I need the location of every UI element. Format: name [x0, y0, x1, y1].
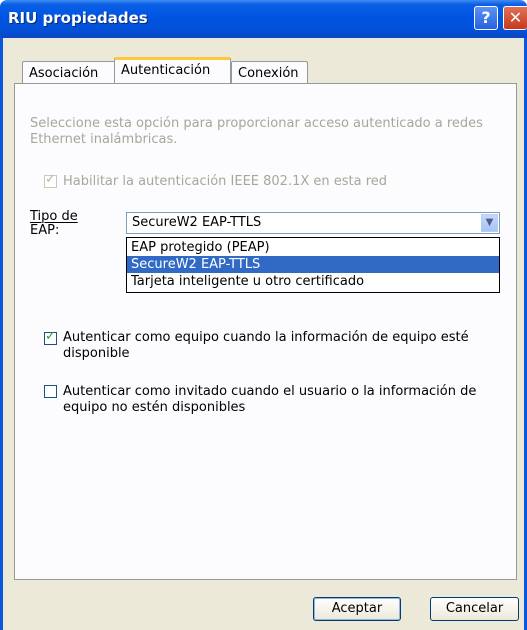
tab-label: Conexión — [238, 66, 299, 81]
computer-auth-checkbox[interactable]: ✓ — [44, 329, 57, 345]
close-button[interactable]: ✕ — [503, 6, 527, 30]
eap-type-label: Tipo de EAP: — [30, 210, 78, 238]
auth-description: Seleccione esta opción para proporcionar… — [30, 116, 483, 147]
chevron-down-icon[interactable]: ▼ — [481, 214, 498, 232]
eap-option-peap[interactable]: EAP protegido (PEAP) — [127, 239, 499, 256]
eap-type-select[interactable]: SecureW2 EAP-TTLS ▼ — [126, 212, 500, 234]
eap-type-dropdown: EAP protegido (PEAP) SecureW2 EAP-TTLS T… — [126, 237, 500, 293]
guest-auth-checkbox[interactable] — [44, 385, 57, 398]
eap-selected-value: SecureW2 EAP-TTLS — [132, 215, 262, 230]
tab-label: Autenticación — [121, 63, 211, 78]
eap-option-smartcard[interactable]: Tarjeta inteligente u otro certificado — [127, 273, 499, 290]
cancel-button[interactable]: Cancelar — [430, 597, 519, 621]
tab-asociacion[interactable]: Asociación — [22, 61, 116, 83]
enable-8021x-checkbox[interactable]: ✓ — [44, 172, 57, 188]
tab-label: Asociación — [29, 66, 99, 81]
check-icon: ✓ — [45, 172, 56, 187]
close-icon: ✕ — [508, 8, 523, 27]
window-frame-left — [0, 38, 3, 630]
check-icon: ✓ — [45, 329, 56, 344]
tab-autenticacion[interactable]: Autenticación — [114, 57, 231, 83]
tab-conexion[interactable]: Conexión — [231, 61, 308, 83]
computer-auth-label: Autenticar como equipo cuando la informa… — [63, 330, 469, 361]
ok-button[interactable]: Aceptar — [313, 597, 401, 621]
title-bar[interactable]: RIU propiedades ? ✕ — [0, 0, 527, 38]
help-button[interactable]: ? — [474, 6, 498, 30]
enable-8021x-label: Habilitar la autenticación IEEE 802.1X e… — [63, 174, 388, 189]
question-mark-icon: ? — [481, 8, 491, 27]
eap-option-securew2-ttls[interactable]: SecureW2 EAP-TTLS — [127, 256, 499, 273]
eap-type-label-line2: EAP: — [30, 223, 60, 238]
eap-type-label-line1: Tipo de — [30, 209, 78, 224]
window-title: RIU propiedades — [8, 9, 148, 27]
guest-auth-label: Autenticar como invitado cuando el usuar… — [63, 384, 477, 415]
